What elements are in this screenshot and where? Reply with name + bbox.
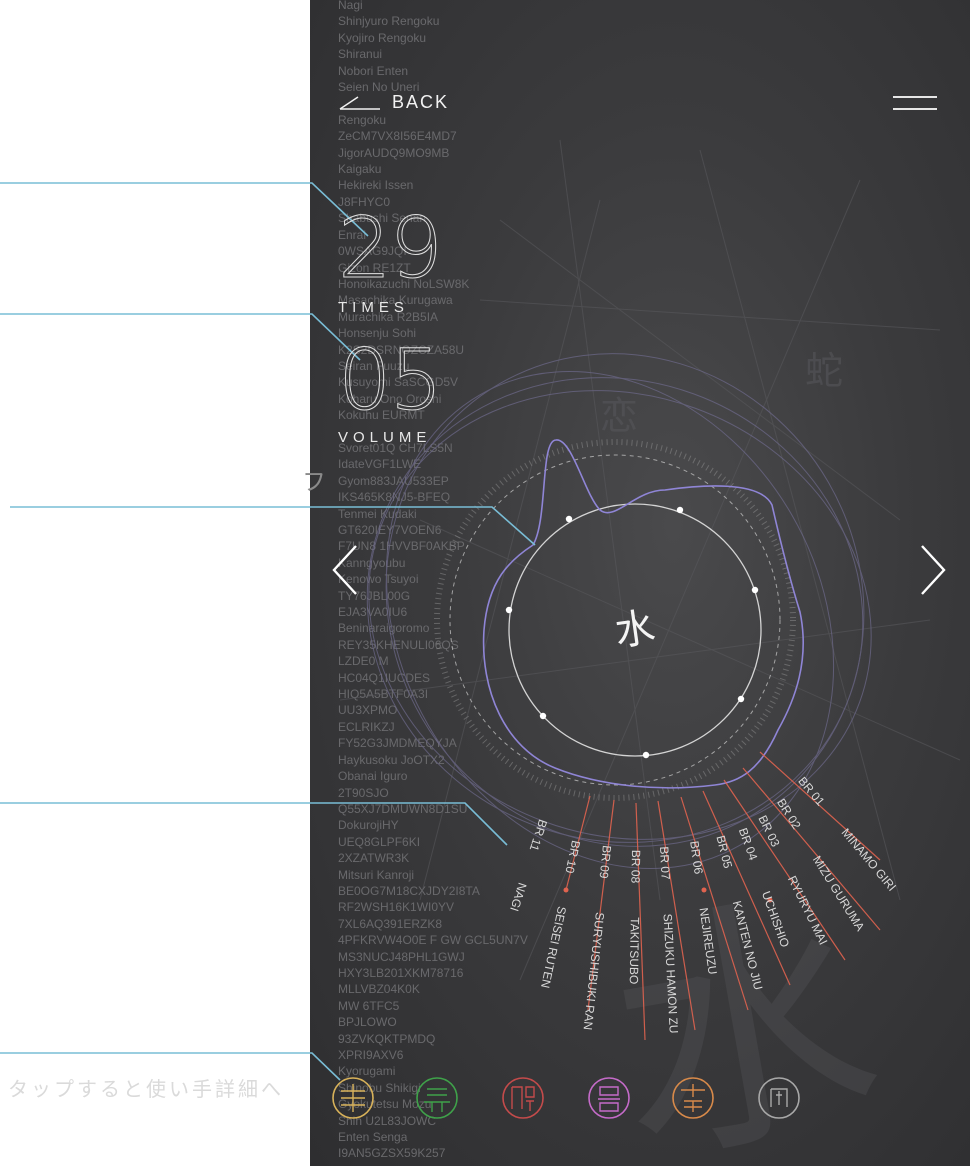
name-list-item: 4PFKRVW4O0E F GW GCL5UN7V [338, 933, 528, 948]
branch-code: BR 08 [628, 849, 643, 884]
branch-gap [631, 883, 632, 917]
branch-label-8[interactable]: BR 08 TAKITSUBO [627, 850, 643, 985]
name-list-item: Haykusoku JoOTX2 [338, 752, 445, 767]
element-kanji: 水 [611, 604, 659, 656]
name-list-item: Rengoku [338, 112, 387, 127]
name-list-item: Kanngyoubu [338, 555, 406, 570]
times-value: 29 [338, 199, 444, 297]
name-list-item: HC04Q1IUCDES [338, 670, 431, 685]
volume-value: 05 [338, 331, 444, 429]
menu-line-top [893, 96, 937, 98]
name-scroll-list: Nagi Shinjyuro Rengoku Kyojiro Rengoku Shir… [338, 0, 538, 1162]
name-list-item: Kaigaku [338, 162, 382, 177]
style-icon-1-icon[interactable] [330, 1075, 376, 1121]
tap-hint: タップすると使い手詳細へ [8, 1077, 284, 1101]
prev-arrow-icon[interactable] [328, 540, 364, 600]
menu-button[interactable] [893, 94, 937, 114]
info-panel: Nagi Shinjyuro Rengoku Kyojiro Rengoku Shir… [310, 0, 970, 1166]
back-label: BACK [392, 92, 450, 112]
name-list-item: 2XZATWR3K [338, 851, 410, 866]
branch-gap [596, 878, 600, 912]
bg-faint-kanji-left: 恋 [600, 394, 639, 438]
name-list-item: Mitsuri Kanroji [338, 867, 415, 882]
name-list-item: DokurojiHY [338, 818, 399, 833]
times-label: TIMES [338, 299, 409, 316]
next-arrow-icon[interactable] [914, 540, 950, 600]
name-list-item: Nagi [338, 0, 363, 12]
name-list-item: FY52G3JMDMEQYJA [338, 736, 457, 751]
name-list-item: I9AN5GZSX59K257 [338, 1146, 446, 1161]
name-list-item: Gyom883JAU533EP [338, 473, 449, 488]
name-list-item: MS3NUCJ48PHL1GWJ [338, 949, 465, 964]
style-icon-3-icon[interactable] [500, 1075, 546, 1121]
name-list-item: XPRI9AXV6 [338, 1048, 404, 1062]
name-list-item: Kenowo Tsuyoi [338, 572, 419, 587]
name-list-item: Tenmei Kudaki [338, 506, 417, 521]
style-icon-row [330, 1075, 830, 1123]
name-list-item: F7UN8 1HVVBF0AKBP [338, 539, 465, 554]
style-icon-4-icon[interactable] [586, 1075, 632, 1121]
style-icon-2-icon[interactable] [414, 1075, 460, 1121]
name-list-item: Beninaraigoromo [338, 621, 430, 636]
branch-gap [695, 875, 700, 909]
name-list-item: UU3XPMO [338, 703, 398, 718]
style-icon-5-icon[interactable] [670, 1075, 716, 1121]
name-list-item: MLLVBZ04K0K [338, 982, 420, 997]
style-icon-6-icon[interactable] [756, 1075, 802, 1121]
name-list-item: Shinjyuro Rengoku [338, 14, 440, 29]
name-list-item: Enten Senga [338, 1130, 408, 1145]
name-list-item: REY35KHENULI06QS [338, 637, 459, 652]
name-list-item: BPJLOWO [338, 1015, 397, 1030]
menu-line-bottom [893, 108, 937, 110]
name-list-item: Obanai Iguro [338, 769, 408, 784]
name-list-item: EJA3VA0IU6 [338, 605, 408, 620]
name-list-item: Nobori Enten [338, 63, 409, 78]
name-list-item: BE0OG7M18CXJDY2I8TA [338, 883, 480, 898]
volume-label: VOLUME [338, 429, 432, 446]
branch-code: BR 07 [657, 846, 673, 881]
name-list-item: MW 6TFC5 [338, 998, 400, 1013]
bg-faint-kanji-right: 蛇 [805, 349, 844, 393]
name-list-item: TY76JBL00G [338, 588, 411, 603]
name-list-item: 7XL6AQ391ERZK8 [338, 916, 443, 931]
hint-fragment: フ [302, 468, 326, 496]
name-list-item: Shiranui [338, 47, 383, 62]
name-list-item: IdateVGF1LWE [338, 457, 422, 472]
branch-gap [662, 880, 664, 914]
name-list-item: Hekireki Issen [338, 178, 414, 193]
name-list-item: LZDE0 M [338, 654, 389, 669]
name-list-item: Q55XJ7DMUWN8D1SU [338, 801, 468, 816]
name-list-item: Kyojiro Rengoku [338, 30, 427, 45]
name-list-item: JigorAUDQ9MO9MB [338, 145, 450, 160]
back-arrow-icon [339, 95, 380, 110]
name-list-item: GT620IEY7VOEN6 [338, 523, 442, 537]
back-button[interactable]: BACK [338, 92, 449, 113]
name-list-item: UEQ8GLPF6KI [338, 834, 421, 849]
name-list-item: 2T90SJO [338, 785, 389, 800]
name-list-item: HIQ5A5BTF0A3I [338, 687, 429, 702]
name-list-item: HXY3LB201XKM78716 [338, 965, 464, 980]
name-list-item: ECLRIKZJ [338, 719, 395, 734]
name-list-item: IKS465K8NJ5-BFEQ [338, 490, 451, 505]
name-list-item: 93ZVKQKTPMDQ [338, 1031, 436, 1046]
branch-name: TAKITSUBO [626, 917, 642, 985]
name-list-item: ZeCM7VX8I56E4MD7 [338, 129, 457, 144]
